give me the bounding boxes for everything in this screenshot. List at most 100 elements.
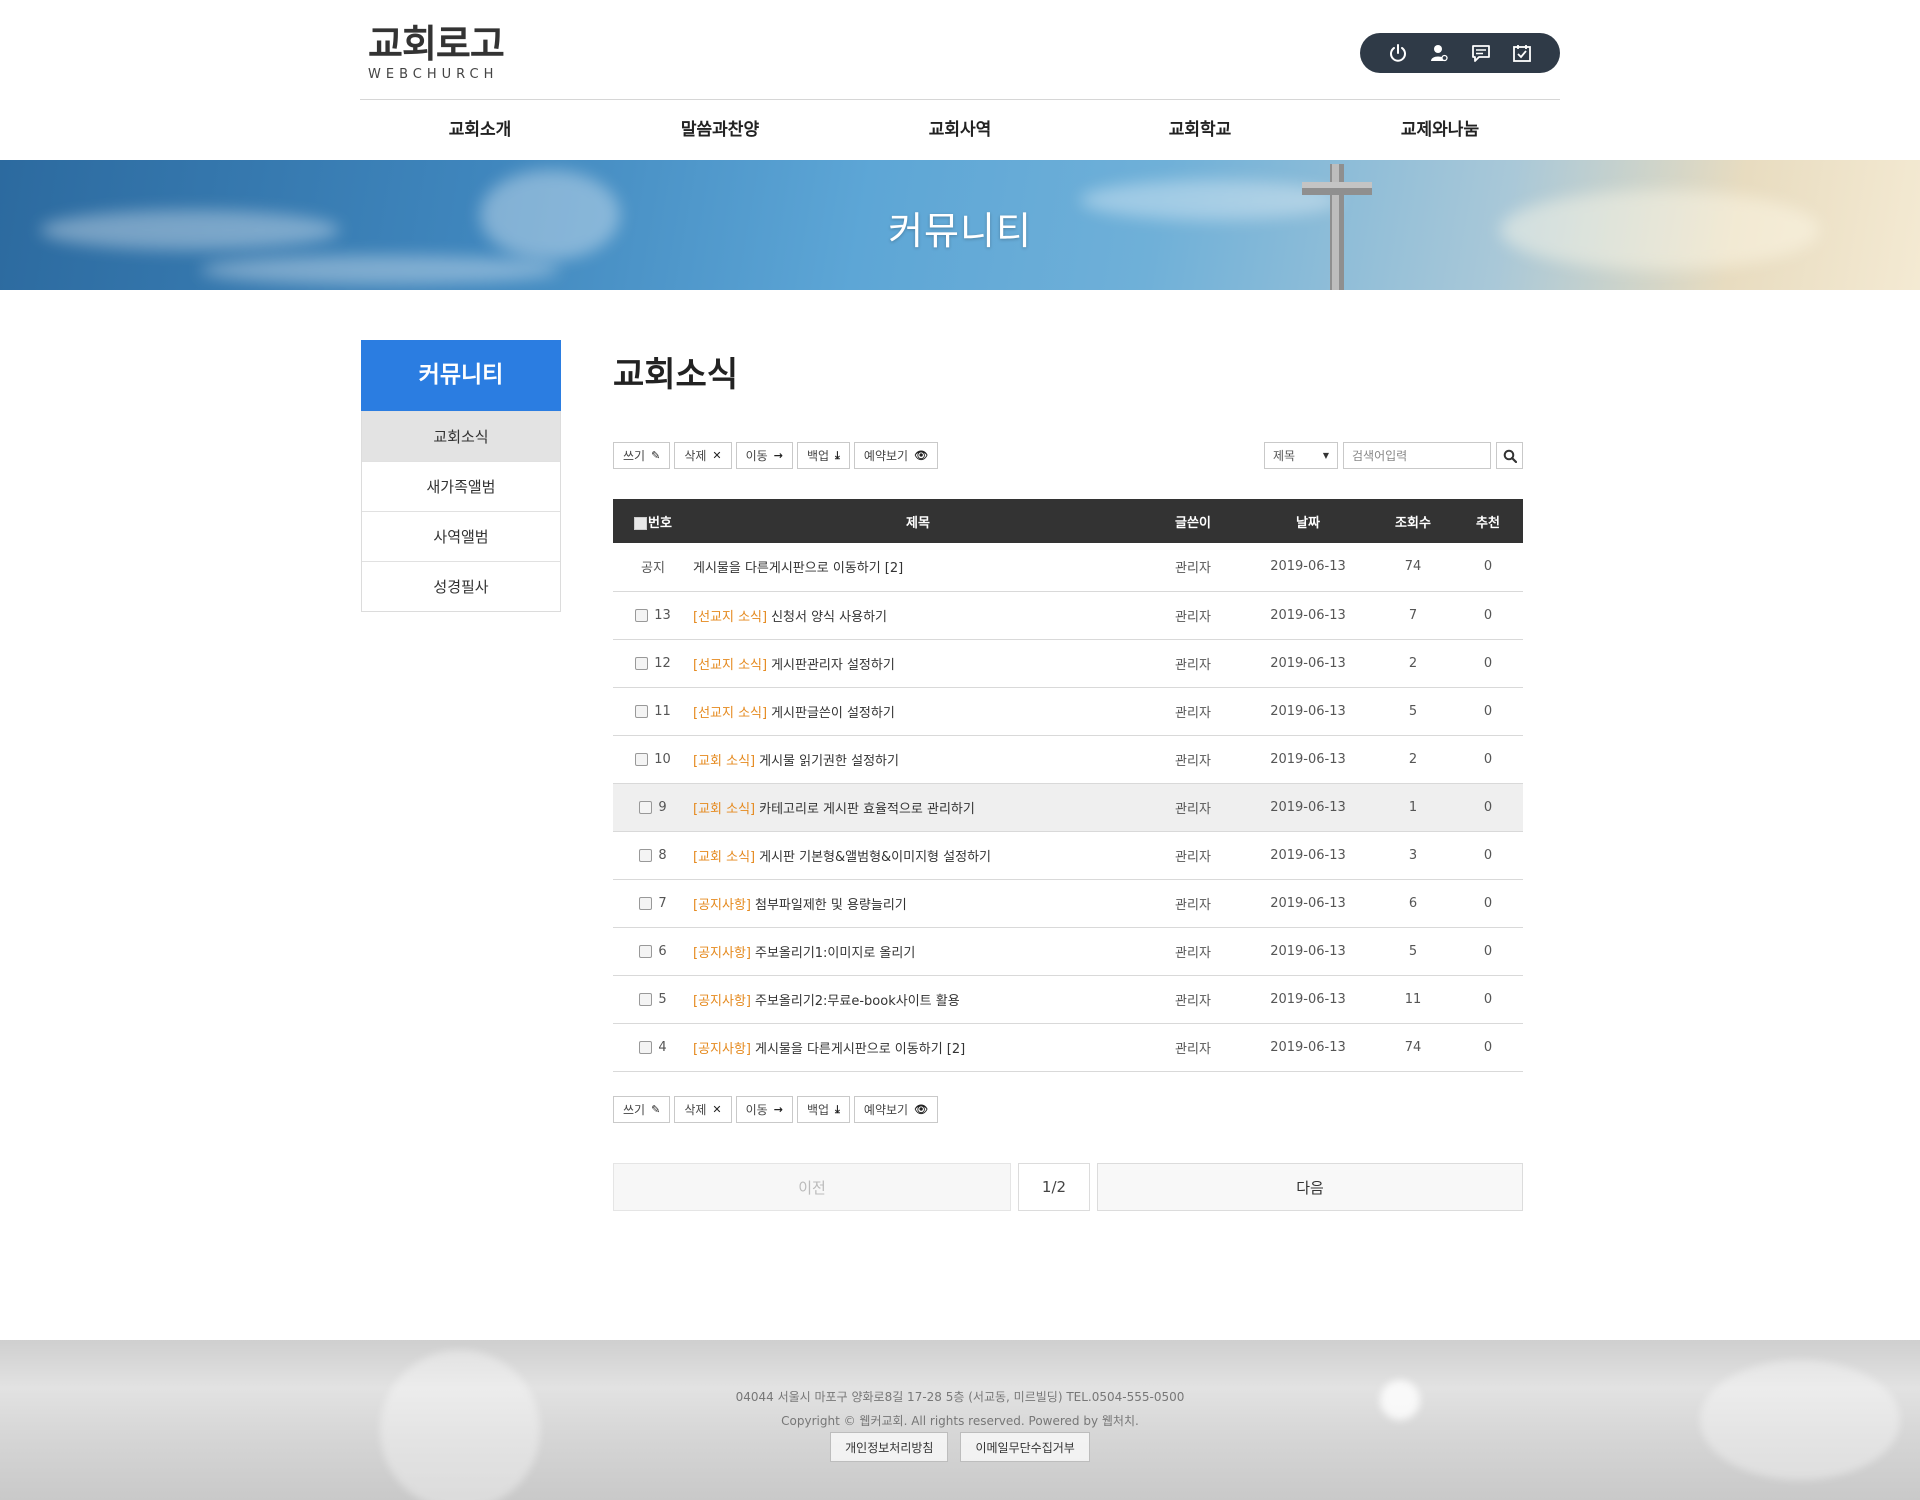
cell-recommend: 0 [1453,927,1523,976]
cell-title: [교회 소식] 게시판 기본형&앨범형&이미지형 설정하기 [693,831,1143,880]
row-title-link[interactable]: 게시물을 다른게시판으로 이동하기 [2] [755,1042,965,1057]
row-category[interactable]: [선교지 소식] [693,658,767,673]
cell-recommend: 0 [1453,831,1523,880]
sidebar-item-church-news[interactable]: 교회소식 [362,411,560,461]
cell-views: 3 [1373,831,1453,880]
user-icon[interactable] [1426,40,1452,66]
calendar-check-icon[interactable] [1509,40,1535,66]
nav-item-word-and-praise[interactable]: 말씀과찬양 [600,100,840,160]
cell-recommend: 0 [1453,687,1523,736]
nav-item-fellowship[interactable]: 교제와나눔 [1320,100,1560,160]
write-button[interactable]: 쓰기 ✎ [613,1096,671,1123]
backup-button[interactable]: 백업 ⤓ [796,1096,850,1123]
row-category[interactable]: [선교지 소식] [693,706,767,721]
delete-button[interactable]: 삭제 ✕ [674,442,732,469]
sidebar-item-new-family-album[interactable]: 새가족앨범 [362,461,560,511]
row-checkbox[interactable] [639,992,653,1006]
row-checkbox[interactable] [635,608,649,622]
email-refusal-link[interactable]: 이메일무단수집거부 [960,1432,1090,1462]
row-title-link[interactable]: 게시물 읽기권한 설정하기 [759,754,899,769]
row-checkbox[interactable] [639,944,653,958]
backup-button[interactable]: 백업 ⤓ [796,442,850,469]
row-title-link[interactable]: 게시판관리자 설정하기 [771,658,895,673]
table-row[interactable]: 10 [교회 소식] 게시물 읽기권한 설정하기 관리자 2019-06-13 2 0 [613,735,1523,784]
row-checkbox[interactable] [639,800,653,814]
move-button[interactable]: 이동 → [735,442,793,469]
cell-views: 74 [1373,1023,1453,1072]
cell-recommend: 0 [1453,735,1523,784]
table-row[interactable]: 4 [공지사항] 게시물을 다른게시판으로 이동하기 [2] 관리자 2019-06-1… [613,1023,1523,1072]
row-category[interactable]: [교회 소식] [693,754,755,769]
nav-item-church-school[interactable]: 교회학교 [1080,100,1320,160]
row-category[interactable]: [공지사항] [693,1042,751,1057]
cell-recommend: 0 [1453,1023,1523,1072]
delete-button[interactable]: 삭제 ✕ [674,1096,732,1123]
next-page-button[interactable]: 다음 [1097,1163,1523,1211]
search-input[interactable] [1343,442,1491,469]
site-logo[interactable]: 교회로고 WEBCHURCH [368,22,505,82]
row-title-link[interactable]: 카테고리로 게시판 효율적으로 관리하기 [759,802,975,817]
row-category[interactable]: [선교지 소식] [693,610,767,625]
preview-button[interactable]: 예약보기 👁 [853,1096,939,1123]
row-category[interactable]: [공지사항] [693,946,751,961]
cell-number: 5 [613,975,693,1024]
table-row[interactable]: 11 [선교지 소식] 게시판글쓴이 설정하기 관리자 2019-06-13 5 0 [613,687,1523,736]
row-checkbox[interactable] [639,896,653,910]
cell-date: 2019-06-13 [1243,879,1373,928]
privacy-policy-link[interactable]: 개인정보처리방침 [830,1432,949,1462]
cell-author: 관리자 [1143,927,1243,976]
row-category[interactable]: [공지사항] [693,898,751,913]
row-number: 공지 [641,561,665,577]
nav-item-church-intro[interactable]: 교회소개 [360,100,600,160]
row-title-link[interactable]: 주보올리기1:이미지로 올리기 [755,946,915,961]
table-row[interactable]: 6 [공지사항] 주보올리기1:이미지로 올리기 관리자 2019-06-13 5 0 [613,927,1523,976]
cell-number: 6 [613,927,693,976]
preview-button[interactable]: 예약보기 👁 [853,442,939,469]
row-checkbox[interactable] [635,752,649,766]
cell-views: 7 [1373,591,1453,640]
row-title-link[interactable]: 첨부파일제한 및 용량늘리기 [755,898,907,913]
write-button[interactable]: 쓰기 ✎ [613,442,671,469]
table-row[interactable]: 7 [공지사항] 첨부파일제한 및 용량늘리기 관리자 2019-06-13 6 0 [613,879,1523,928]
table-row[interactable]: 13 [선교지 소식] 신청서 양식 사용하기 관리자 2019-06-13 7 0 [613,591,1523,640]
row-title-link[interactable]: 게시판 기본형&앨범형&이미지형 설정하기 [759,850,991,865]
search-field-select[interactable]: 제목 ▼ [1264,442,1338,469]
arrow-right-icon: → [773,449,783,462]
cell-date: 2019-06-13 [1243,783,1373,832]
move-button[interactable]: 이동 → [735,1096,793,1123]
nav-item-ministry[interactable]: 교회사역 [840,100,1080,160]
row-title-link[interactable]: 신청서 양식 사용하기 [771,610,887,625]
sidebar-item-ministry-album[interactable]: 사역앨범 [362,511,560,561]
row-title-link[interactable]: 게시물을 다른게시판으로 이동하기 [2] [693,561,903,576]
row-number: 9 [658,799,667,815]
board-search: 제목 ▼ [1264,442,1523,469]
cell-date: 2019-06-13 [1243,639,1373,688]
row-number: 10 [654,751,671,767]
row-category[interactable]: [교회 소식] [693,802,755,817]
table-row[interactable]: 8 [교회 소식] 게시판 기본형&앨범형&이미지형 설정하기 관리자 2019-06-… [613,831,1523,880]
table-row[interactable]: 12 [선교지 소식] 게시판관리자 설정하기 관리자 2019-06-13 2 0 [613,639,1523,688]
table-row[interactable]: 9 [교회 소식] 카테고리로 게시판 효율적으로 관리하기 관리자 2019-06-1… [613,783,1523,832]
prev-page-button[interactable]: 이전 [613,1163,1011,1211]
search-button[interactable] [1496,442,1523,469]
cell-views: 5 [1373,927,1453,976]
row-checkbox[interactable] [635,656,649,670]
row-checkbox[interactable] [635,704,649,718]
table-row[interactable]: 5 [공지사항] 주보올리기2:무료e-book사이트 활용 관리자 2019-06-1… [613,975,1523,1024]
row-category[interactable]: [공지사항] [693,994,751,1009]
sidebar-title: 커뮤니티 [361,340,561,411]
message-icon[interactable] [1468,40,1494,66]
row-checkbox[interactable] [639,848,653,862]
row-title-link[interactable]: 주보올리기2:무료e-book사이트 활용 [755,994,960,1009]
row-title-link[interactable]: 게시판글쓴이 설정하기 [771,706,895,721]
select-all-checkbox[interactable] [634,516,648,530]
cell-date: 2019-06-13 [1243,927,1373,976]
sidebar-item-bible-transcription[interactable]: 성경필사 [362,561,560,611]
col-title: 제목 [906,515,930,531]
power-icon[interactable] [1385,40,1411,66]
col-number-label: 번호 [648,515,672,531]
row-checkbox[interactable] [639,1040,653,1054]
table-row[interactable]: 공지 게시물을 다른게시판으로 이동하기 [2] 관리자 2019-06-13 74 0 [613,543,1523,592]
row-category[interactable]: [교회 소식] [693,850,755,865]
close-icon: ✕ [712,449,722,462]
